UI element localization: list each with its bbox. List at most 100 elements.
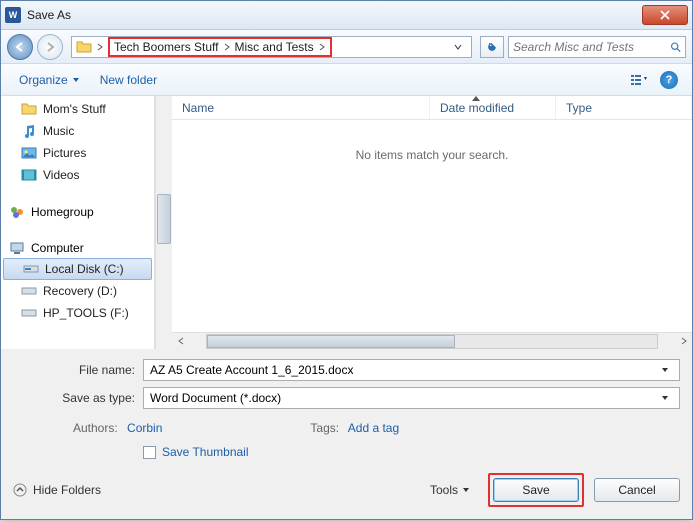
authors-label: Authors: (73, 421, 118, 435)
drive-icon (23, 261, 39, 277)
save-thumbnail-label[interactable]: Save Thumbnail (162, 445, 249, 459)
view-options[interactable] (628, 69, 650, 91)
sidebar-scrollbar[interactable] (155, 96, 172, 349)
hide-folders-label: Hide Folders (33, 483, 101, 497)
sidebar-item-label: Pictures (43, 146, 86, 160)
word-app-icon: W (5, 7, 21, 23)
filename-label: File name: (13, 363, 135, 377)
chevron-right-icon (96, 43, 104, 51)
arrow-right-icon (44, 41, 56, 53)
filename-input[interactable]: AZ A5 Create Account 1_6_2015.docx (143, 359, 680, 381)
filename-value: AZ A5 Create Account 1_6_2015.docx (150, 363, 353, 377)
close-button[interactable] (642, 5, 688, 25)
organize-menu[interactable]: Organize (13, 70, 86, 90)
save-as-dialog: W Save As Tech Boomers Stuff Misc and Te… (0, 0, 693, 520)
refresh-icon (486, 41, 498, 53)
sidebar-homegroup[interactable]: Homegroup (1, 200, 154, 222)
homegroup-icon (9, 204, 25, 220)
chevron-down-icon (72, 76, 80, 84)
scroll-thumb[interactable] (157, 194, 171, 244)
window-title: Save As (27, 8, 642, 22)
chevron-down-icon (454, 43, 462, 51)
arrow-left-icon (14, 41, 26, 53)
savetype-value: Word Document (*.docx) (150, 391, 281, 405)
music-icon (21, 123, 37, 139)
save-thumbnail-checkbox[interactable] (143, 446, 156, 459)
pictures-icon (21, 145, 37, 161)
sidebar-item-label: Recovery (D:) (43, 284, 117, 298)
refresh-button[interactable] (480, 36, 504, 58)
tools-menu[interactable]: Tools (430, 483, 470, 497)
empty-message: No items match your search. (356, 148, 509, 162)
filename-dropdown[interactable] (661, 363, 673, 377)
tools-label: Tools (430, 483, 458, 497)
nav-sidebar: Mom's Stuff Music Pictures Videos Homegr… (1, 96, 155, 349)
nav-bar: Tech Boomers Stuff Misc and Tests (1, 30, 692, 64)
body-area: Mom's Stuff Music Pictures Videos Homegr… (1, 96, 692, 349)
col-type[interactable]: Type (556, 96, 692, 119)
sidebar-drive-c[interactable]: Local Disk (C:) (3, 258, 152, 280)
hide-folders-toggle[interactable]: Hide Folders (13, 483, 101, 497)
save-button[interactable]: Save (493, 478, 579, 502)
chevron-down-icon (462, 486, 470, 494)
sidebar-item-label: Local Disk (C:) (45, 262, 124, 276)
chevron-right-icon (223, 43, 231, 51)
sort-indicator-icon (472, 96, 480, 101)
sidebar-item-moms-stuff[interactable]: Mom's Stuff (1, 98, 154, 120)
scroll-up-arrow[interactable] (156, 96, 172, 113)
col-name[interactable]: Name (172, 96, 430, 119)
savetype-select[interactable]: Word Document (*.docx) (143, 387, 680, 409)
back-button[interactable] (7, 34, 33, 60)
view-icon (630, 73, 648, 87)
savetype-dropdown[interactable] (661, 391, 673, 405)
close-icon (660, 10, 670, 20)
sidebar-item-videos[interactable]: Videos (1, 164, 154, 186)
sidebar-item-label: HP_TOOLS (F:) (43, 306, 129, 320)
drive-icon (21, 305, 37, 321)
col-date[interactable]: Date modified (430, 96, 556, 119)
sidebar-item-music[interactable]: Music (1, 120, 154, 142)
drive-icon (21, 283, 37, 299)
breadcrumb-seg-1[interactable]: Tech Boomers Stuff (114, 40, 219, 54)
scroll-right-arrow[interactable] (675, 333, 692, 350)
cancel-button[interactable]: Cancel (594, 478, 680, 502)
toolbar: Organize New folder ? (1, 64, 692, 96)
file-list-area[interactable]: No items match your search. (172, 120, 692, 332)
videos-icon (21, 167, 37, 183)
horizontal-scrollbar[interactable] (172, 332, 692, 349)
help-button[interactable]: ? (658, 69, 680, 91)
folder-icon (21, 101, 37, 117)
search-input[interactable] (513, 40, 670, 54)
savetype-label: Save as type: (13, 391, 135, 405)
tags-value[interactable]: Add a tag (348, 421, 399, 435)
breadcrumb-seg-2[interactable]: Misc and Tests (235, 40, 314, 54)
organize-label: Organize (19, 73, 68, 87)
folder-icon (76, 40, 92, 54)
scroll-left-arrow[interactable] (172, 333, 189, 350)
sidebar-computer[interactable]: Computer (1, 236, 154, 258)
sidebar-item-pictures[interactable]: Pictures (1, 142, 154, 164)
scroll-track[interactable] (206, 334, 658, 349)
address-dropdown[interactable] (449, 38, 467, 56)
sidebar-drive-d[interactable]: Recovery (D:) (1, 280, 154, 302)
sidebar-item-label: Videos (43, 168, 79, 182)
forward-button[interactable] (37, 34, 63, 60)
authors-value[interactable]: Corbin (127, 421, 162, 435)
chevron-right-icon (318, 43, 326, 51)
sidebar-item-label: Mom's Stuff (43, 102, 106, 116)
scroll-down-arrow[interactable] (156, 332, 172, 349)
help-icon: ? (660, 71, 678, 89)
new-folder-button[interactable]: New folder (94, 70, 163, 90)
tags-label: Tags: (310, 421, 339, 435)
sidebar-item-label: Computer (31, 241, 84, 255)
search-icon (670, 40, 681, 54)
breadcrumb-highlight: Tech Boomers Stuff Misc and Tests (108, 37, 332, 57)
computer-icon (9, 240, 25, 256)
scroll-thumb[interactable] (207, 335, 455, 348)
address-bar[interactable]: Tech Boomers Stuff Misc and Tests (71, 36, 472, 58)
file-list-panel: Name Date modified Type No items match y… (172, 96, 692, 349)
sidebar-drive-f[interactable]: HP_TOOLS (F:) (1, 302, 154, 324)
search-box[interactable] (508, 36, 686, 58)
chevron-up-icon (13, 483, 27, 497)
save-highlight: Save (488, 473, 584, 507)
